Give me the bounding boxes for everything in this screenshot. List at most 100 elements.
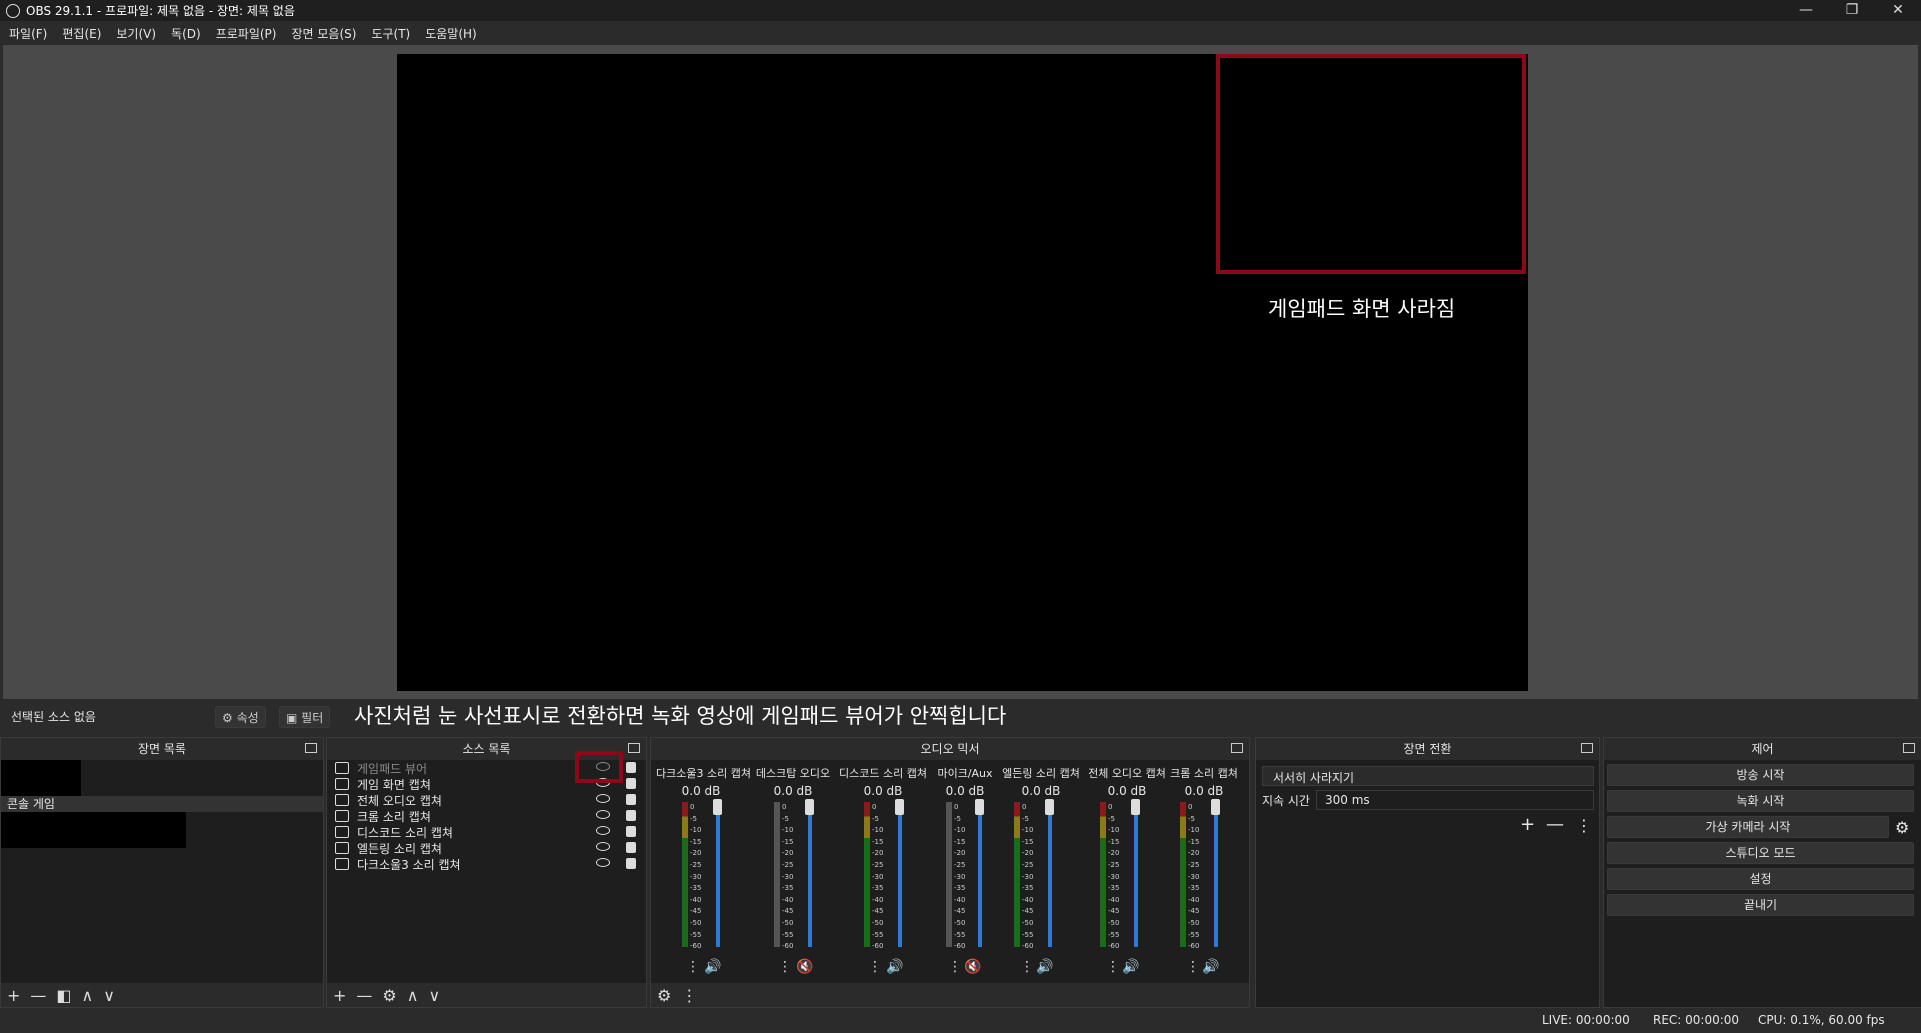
add-icon[interactable]: + — [7, 986, 20, 1005]
menu-scene-collection[interactable]: 장면 모음(S) — [291, 25, 356, 42]
restore-button[interactable]: ❐ — [1829, 0, 1875, 21]
scene-filter-icon[interactable]: ◧ — [56, 986, 71, 1005]
source-row[interactable]: 크롬 소리 캡쳐 — [327, 808, 646, 824]
remove-icon[interactable]: — — [356, 986, 372, 1005]
lock-icon[interactable] — [626, 794, 636, 805]
transition-select[interactable]: 서서히 사라지기 — [1262, 766, 1594, 786]
exit-button[interactable]: 끝내기 — [1607, 894, 1914, 916]
gear-icon[interactable]: ⚙ — [382, 986, 396, 1005]
speaker-muted-icon[interactable]: 🔇 — [796, 959, 813, 975]
duration-input[interactable]: 300 ms — [1316, 790, 1594, 810]
move-up-icon[interactable]: ∧ — [82, 986, 94, 1005]
speaker-muted-icon[interactable]: 🔇 — [964, 959, 981, 975]
more-icon[interactable]: ⋮ — [868, 959, 882, 975]
meter-ticks: 0 -5 -10 -15 -20 -25 -30 -35 -40 -45 -50 -55 -60 — [1022, 803, 1034, 951]
float-icon[interactable] — [1903, 743, 1915, 753]
fader-knob[interactable] — [713, 799, 722, 815]
menu-edit[interactable]: 편집(E) — [62, 25, 101, 42]
move-up-icon[interactable]: ∧ — [407, 986, 419, 1005]
annotation-bottom: 사진처럼 눈 사선표시로 전환하면 녹화 영상에 게임패드 뷰어가 안찍힙니다 — [354, 704, 1007, 728]
lock-icon[interactable] — [626, 810, 636, 821]
mixer-channel: 엘든링 소리 캡쳐 0.0 dB 0 -5 -10 -15 -20 -25 -30 -35 -4… — [1002, 767, 1080, 975]
volume-meter — [682, 802, 688, 947]
fader-knob[interactable] — [805, 799, 814, 815]
source-row[interactable]: 디스코드 소리 캡쳐 — [327, 824, 646, 840]
lock-icon[interactable] — [626, 762, 636, 773]
more-icon[interactable]: ⋮ — [686, 959, 700, 975]
more-icon[interactable]: ⋮ — [948, 959, 962, 975]
menu-profile[interactable]: 프로파일(P) — [216, 25, 277, 42]
source-row[interactable]: 다크소울3 소리 캡쳐 — [327, 856, 646, 872]
speaker-icon[interactable]: 🔊 — [1202, 959, 1219, 975]
studio-mode-button[interactable]: 스튜디오 모드 — [1607, 842, 1914, 864]
remove-transition-icon[interactable]: — — [1546, 814, 1564, 835]
start-streaming-button[interactable]: 방송 시작 — [1607, 764, 1914, 786]
gear-icon[interactable]: ⚙ — [1895, 818, 1909, 837]
volume-fader[interactable] — [978, 802, 982, 947]
speaker-icon[interactable]: 🔊 — [704, 959, 721, 975]
fader-knob[interactable] — [1131, 799, 1140, 815]
eye-icon[interactable] — [596, 810, 610, 819]
source-type-icon — [335, 762, 349, 774]
more-icon[interactable]: ⋮ — [1576, 816, 1592, 835]
move-down-icon[interactable]: ∨ — [103, 986, 115, 1005]
source-row[interactable]: 엘든링 소리 캡쳐 — [327, 840, 646, 856]
more-icon[interactable]: ⋮ — [1020, 959, 1034, 975]
fader-knob[interactable] — [1045, 799, 1054, 815]
scene-item[interactable] — [1, 812, 186, 848]
add-icon[interactable]: + — [333, 986, 346, 1005]
remove-icon[interactable]: — — [30, 986, 46, 1005]
scene-item[interactable] — [1, 760, 81, 796]
scene-item[interactable]: 콘솔 게임 — [1, 796, 323, 812]
float-icon[interactable] — [1231, 743, 1243, 753]
close-button[interactable]: ✕ — [1875, 0, 1921, 21]
duration-label: 지속 시간 — [1262, 794, 1310, 808]
eye-icon[interactable] — [596, 826, 610, 835]
mixer-channel: 전체 오디오 캡쳐 0.0 dB 0 -5 -10 -15 -20 -25 -30 -35 -4… — [1088, 767, 1166, 975]
fader-knob[interactable] — [895, 799, 904, 815]
more-icon[interactable]: ⋮ — [778, 959, 792, 975]
volume-fader[interactable] — [1134, 802, 1138, 947]
more-icon[interactable]: ⋮ — [1186, 959, 1200, 975]
volume-fader[interactable] — [898, 802, 902, 947]
menu-help[interactable]: 도움말(H) — [425, 25, 477, 42]
lock-icon[interactable] — [626, 778, 636, 789]
volume-fader[interactable] — [1048, 802, 1052, 947]
speaker-icon[interactable]: 🔊 — [886, 959, 903, 975]
source-row[interactable]: 전체 오디오 캡쳐 — [327, 792, 646, 808]
meter-ticks: 0 -5 -10 -15 -20 -25 -30 -35 -40 -45 -50 -55 -60 — [1108, 803, 1120, 951]
eye-icon[interactable] — [596, 842, 610, 851]
eye-icon[interactable] — [596, 858, 610, 867]
start-virtual-camera-button[interactable]: 가상 카메라 시작 — [1607, 816, 1889, 838]
eye-icon[interactable] — [596, 794, 610, 803]
volume-fader[interactable] — [716, 802, 720, 947]
speaker-icon[interactable]: 🔊 — [1122, 959, 1139, 975]
start-recording-button[interactable]: 녹화 시작 — [1607, 790, 1914, 812]
float-icon[interactable] — [1581, 743, 1593, 753]
meter-ticks: 0 -5 -10 -15 -20 -25 -30 -35 -40 -45 -50 -55 -60 — [690, 803, 702, 951]
fader-knob[interactable] — [975, 799, 984, 815]
volume-meter — [864, 802, 870, 947]
filters-button[interactable]: ▣ 필터 — [279, 706, 331, 728]
source-type-icon — [335, 826, 349, 838]
menu-file[interactable]: 파일(F) — [9, 25, 47, 42]
lock-icon[interactable] — [626, 858, 636, 869]
lock-icon[interactable] — [626, 826, 636, 837]
menu-dock[interactable]: 독(D) — [171, 25, 201, 42]
more-icon[interactable]: ⋮ — [1106, 959, 1120, 975]
float-icon[interactable] — [628, 743, 640, 753]
menu-view[interactable]: 보기(V) — [116, 25, 156, 42]
properties-button[interactable]: ⚙ 속성 — [215, 706, 266, 728]
minimize-button[interactable]: — — [1783, 0, 1829, 21]
lock-icon[interactable] — [626, 842, 636, 853]
move-down-icon[interactable]: ∨ — [428, 986, 440, 1005]
float-icon[interactable] — [305, 743, 317, 753]
settings-button[interactable]: 설정 — [1607, 868, 1914, 890]
add-transition-icon[interactable]: + — [1520, 814, 1535, 835]
volume-fader[interactable] — [1214, 802, 1218, 947]
volume-fader[interactable] — [808, 802, 812, 947]
menu-tools[interactable]: 도구(T) — [371, 25, 410, 42]
speaker-icon[interactable]: 🔊 — [1036, 959, 1053, 975]
fader-knob[interactable] — [1211, 799, 1220, 815]
volume-meter — [1014, 802, 1020, 947]
